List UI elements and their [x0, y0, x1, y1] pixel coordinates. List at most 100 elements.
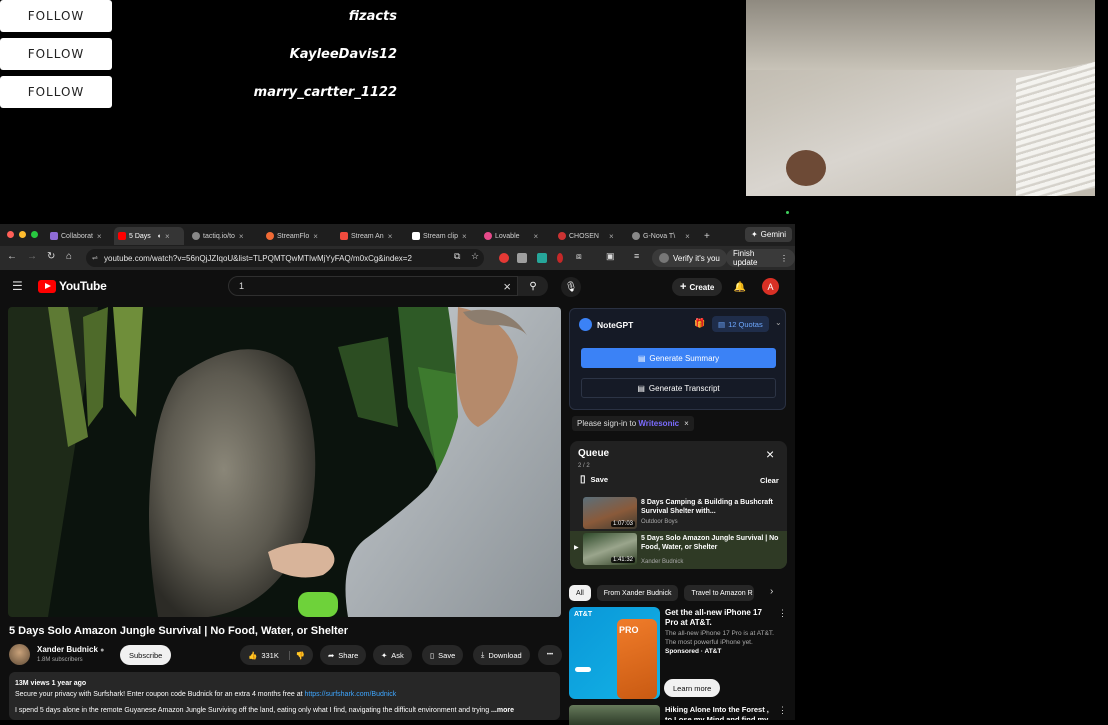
puzzle-icon[interactable]: ⧈ — [576, 251, 582, 262]
extension-icon[interactable] — [557, 253, 563, 263]
tab-collaborat[interactable]: Collaborat × — [46, 227, 112, 245]
queue-save-label: Save — [590, 475, 609, 484]
site-info-icon[interactable]: ⇌ — [92, 254, 98, 262]
channel-name[interactable]: Xander Budnick ● — [37, 645, 104, 654]
ask-button[interactable]: ✦ Ask — [373, 645, 412, 665]
channel-avatar[interactable] — [9, 644, 30, 665]
close-queue-icon[interactable]: × — [766, 446, 774, 462]
tab-stream-an[interactable]: Stream An × — [336, 227, 406, 245]
speaker-icon[interactable]: ◖ — [157, 233, 161, 240]
create-button[interactable]: + Create — [672, 278, 723, 296]
thumbs-down-icon[interactable]: 👎 — [288, 650, 305, 660]
download-button[interactable]: ⤓ Download — [473, 645, 530, 665]
minimize-window-button[interactable] — [19, 231, 26, 238]
tab-lovable[interactable]: Lovable × — [480, 227, 550, 245]
queue-clear-button[interactable]: Clear — [760, 476, 779, 485]
tab-tactiq[interactable]: tactiq.io/to × — [188, 227, 258, 245]
finish-update-button[interactable]: Finish update ⋮ — [726, 249, 795, 267]
tab-close-icon[interactable]: × — [313, 232, 318, 241]
tab-favicon — [118, 232, 126, 240]
follow-button[interactable]: FOLLOW — [0, 76, 112, 108]
tab-favicon — [632, 232, 640, 240]
save-button[interactable]: ▯ Save — [422, 645, 464, 665]
media-icon[interactable]: ≡ — [634, 251, 639, 261]
ad-thumbnail[interactable]: AT&T PRO — [569, 607, 660, 699]
close-window-button[interactable] — [7, 231, 14, 238]
tab-close-icon[interactable]: × — [534, 232, 539, 241]
tab-close-icon[interactable]: × — [462, 232, 467, 241]
kebab-icon[interactable]: ⋮ — [778, 705, 787, 716]
menu-icon[interactable]: ☰ — [12, 279, 23, 293]
quotas-badge[interactable]: ▤ 12 Quotas — [712, 316, 769, 332]
extension-icon[interactable] — [537, 253, 547, 263]
follow-button[interactable]: FOLLOW — [0, 0, 112, 32]
subscribe-button[interactable]: Subscribe — [120, 645, 172, 665]
chip-from-channel[interactable]: From Xander Budnick — [596, 585, 679, 601]
account-avatar[interactable]: A — [762, 278, 779, 295]
kebab-icon[interactable]: ⋮ — [778, 608, 787, 619]
queue-item-playing[interactable]: ▶ 1:41:32 5 Days Solo Amazon Jungle Surv… — [570, 531, 787, 569]
views-date: 13M views 1 year ago — [15, 680, 87, 687]
chevron-down-icon[interactable]: ⌄ — [775, 318, 782, 327]
extension-icon[interactable] — [517, 253, 527, 263]
video-frame — [8, 307, 561, 617]
queue-title: Queue — [578, 448, 610, 459]
youtube-logo[interactable]: YouTube — [38, 279, 107, 293]
install-icon[interactable]: ⧉ — [454, 251, 460, 262]
voice-search-icon[interactable]: 🎙 — [561, 277, 581, 297]
search-input[interactable]: 1 × — [228, 276, 518, 296]
tab-chosen[interactable]: CHOSEN × — [554, 227, 624, 245]
close-icon[interactable]: × — [684, 419, 689, 428]
verify-button[interactable]: Verify it's you — [652, 249, 727, 267]
generate-summary-button[interactable]: ▤ Generate Summary — [581, 348, 776, 368]
reload-icon[interactable]: ↻ — [47, 251, 55, 262]
tab-close-icon[interactable]: × — [609, 232, 614, 241]
gift-icon[interactable]: 🎁 — [694, 318, 705, 329]
tab-close-icon[interactable]: × — [97, 232, 102, 241]
show-more-link[interactable]: ...more — [491, 707, 514, 714]
tab-close-icon[interactable]: × — [388, 232, 393, 241]
recommendation-thumbnail[interactable] — [569, 705, 660, 725]
extension-icon[interactable] — [499, 253, 509, 263]
chip-all[interactable]: All — [569, 585, 591, 601]
queue-item[interactable]: 1:07:03 8 Days Camping & Building a Bush… — [570, 495, 787, 533]
home-icon[interactable]: ⌂ — [66, 251, 72, 262]
tab-label: CHOSEN — [569, 232, 599, 240]
description-box[interactable]: 13M views 1 year ago Secure your privacy… — [9, 672, 560, 720]
clear-search-icon[interactable]: × — [503, 279, 511, 294]
tab-5-days[interactable]: 5 Days ◖ × — [114, 227, 184, 245]
back-icon[interactable]: ← — [7, 251, 17, 262]
notifications-bell-icon[interactable]: 🔔 — [731, 278, 749, 296]
new-tab-button[interactable]: + — [700, 227, 714, 245]
writesonic-link[interactable]: Writesonic — [638, 419, 679, 428]
recommendation-title[interactable]: Hiking Alone Into the Forest , to Lose m… — [665, 705, 775, 720]
more-actions-button[interactable]: ••• — [538, 645, 562, 665]
like-button[interactable]: 👍 331K 👎 — [240, 645, 314, 665]
save-label: Save — [438, 650, 456, 660]
tab-close-icon[interactable]: × — [685, 232, 690, 241]
promo-link[interactable]: https://surfshark.com/Budnick — [304, 691, 396, 698]
share-button[interactable]: ➦ Share — [320, 645, 367, 665]
maximize-window-button[interactable] — [31, 231, 38, 238]
forward-icon[interactable]: → — [27, 251, 37, 262]
search-button[interactable]: ⚲ — [518, 276, 548, 296]
tab-g-nova[interactable]: G-Nova T\ × — [628, 227, 698, 245]
learn-more-button[interactable]: Learn more — [664, 679, 721, 697]
bookmark-star-icon[interactable]: ☆ — [471, 251, 479, 262]
tab-stream-clip[interactable]: Stream clip × — [408, 227, 478, 245]
sidepanel-icon[interactable]: ▣ — [606, 251, 615, 262]
tab-close-icon[interactable]: × — [239, 232, 244, 241]
follow-button[interactable]: FOLLOW — [0, 38, 112, 70]
chip-travel[interactable]: Travel to Amazon R — [684, 585, 755, 601]
writesonic-prefix: Please sign-in to — [577, 419, 639, 428]
video-player[interactable] — [8, 307, 561, 617]
address-bar[interactable]: ⇌ youtube.com/watch?v=56nQjJZIqoU&list=T… — [86, 249, 484, 267]
ad-title[interactable]: Get the all-new iPhone 17 Pro at AT&T. — [665, 608, 777, 628]
chevron-right-icon[interactable]: › — [770, 586, 773, 597]
tab-streamflo[interactable]: StreamFlo × — [262, 227, 332, 245]
like-count: 331K — [261, 650, 279, 660]
gemini-button[interactable]: ✦ Gemini — [744, 227, 792, 242]
generate-transcript-button[interactable]: ▤ Generate Transcript — [581, 378, 776, 398]
queue-save-button[interactable]: ▯ Save — [580, 474, 608, 485]
tab-close-icon[interactable]: × — [165, 232, 170, 241]
